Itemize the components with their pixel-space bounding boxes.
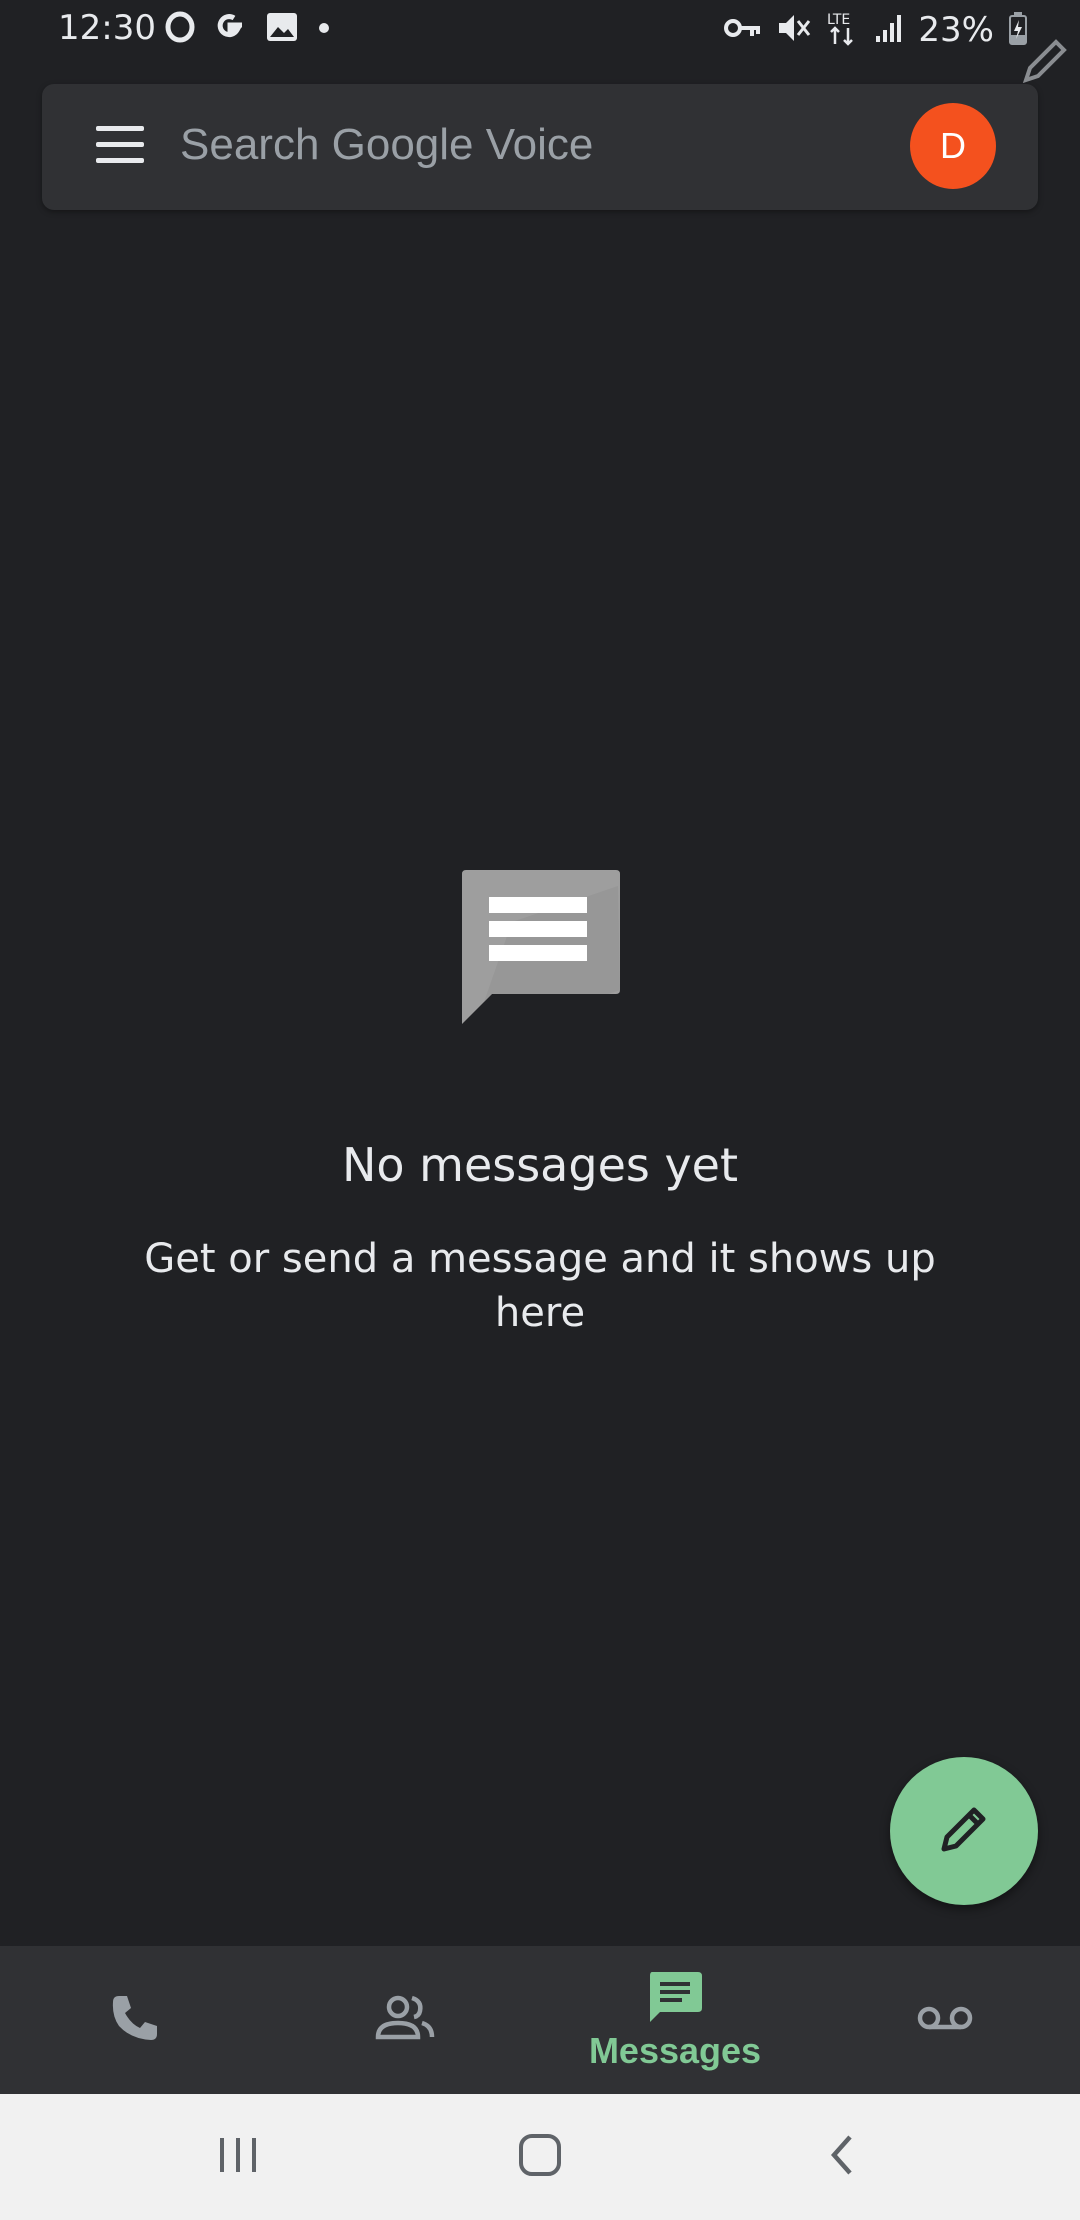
status-notification-icons xyxy=(165,10,331,48)
search-bar[interactable]: Search Google Voice D xyxy=(42,84,1038,210)
battery-percent: 23% xyxy=(918,10,994,50)
vpn-key-icon xyxy=(724,14,762,46)
bottom-navigation: Messages xyxy=(0,1946,1080,2094)
lte-icon: LTE xyxy=(826,10,860,50)
status-bar: 12:30 LTE 23% xyxy=(0,0,1080,84)
home-icon xyxy=(516,2131,564,2183)
system-navigation-bar xyxy=(0,2094,1080,2220)
contacts-icon xyxy=(374,1993,436,2047)
back-button[interactable] xyxy=(802,2124,882,2190)
empty-state-subtitle: Get or send a message and it shows up he… xyxy=(144,1236,936,1336)
mute-icon xyxy=(776,11,812,49)
image-icon xyxy=(265,11,299,47)
svg-text:LTE: LTE xyxy=(827,12,850,28)
recents-icon xyxy=(216,2134,260,2180)
phone-icon xyxy=(107,1990,163,2050)
nav-messages[interactable]: Messages xyxy=(540,1946,810,2094)
voicemail-icon xyxy=(916,2003,974,2037)
back-icon xyxy=(824,2131,860,2183)
account-avatar[interactable]: D xyxy=(910,103,996,189)
compose-message-button[interactable] xyxy=(890,1757,1038,1905)
pencil-icon xyxy=(936,1801,992,1861)
recents-button[interactable] xyxy=(198,2124,278,2190)
status-time: 12:30 xyxy=(58,8,156,48)
nav-voicemail[interactable] xyxy=(810,1946,1080,2094)
home-button[interactable] xyxy=(500,2124,580,2190)
google-icon xyxy=(213,10,247,48)
message-bubble-icon xyxy=(458,862,624,1028)
nav-messages-label: Messages xyxy=(588,2030,762,2071)
signal-icon xyxy=(874,12,904,48)
message-icon xyxy=(646,1968,704,2028)
empty-state-title: No messages yet xyxy=(341,1138,739,1192)
status-system-icons: LTE 23% xyxy=(724,10,1028,50)
nav-contacts[interactable] xyxy=(270,1946,540,2094)
menu-button[interactable] xyxy=(92,120,152,174)
dot-icon xyxy=(317,20,331,39)
google-voice-screen: 12:30 LTE 23% Search Google Voice D No m… xyxy=(0,0,1080,2220)
nav-calls[interactable] xyxy=(0,1946,270,2094)
search-input[interactable]: Search Google Voice xyxy=(180,120,593,170)
opera-icon xyxy=(165,11,195,47)
